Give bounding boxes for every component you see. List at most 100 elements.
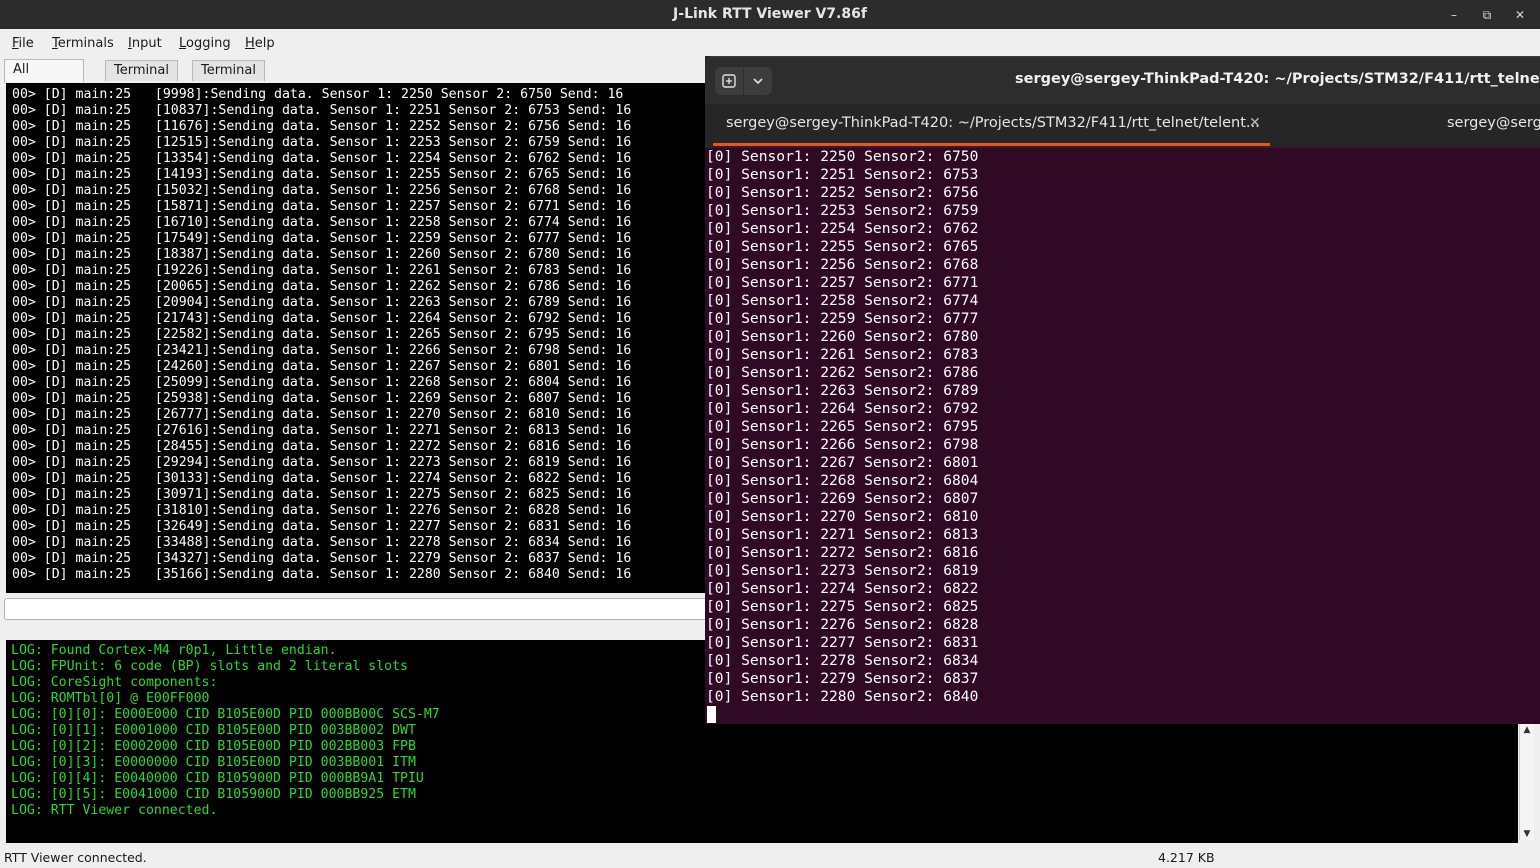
scroll-down-arrow-icon[interactable]: ▼ — [1520, 828, 1534, 840]
output-line: 00> [D] main:25 [23421]:Sending data. Se… — [12, 343, 632, 358]
output-line: [0] Sensor1: 2257 Sensor2: 6771 — [706, 274, 979, 291]
output-line: 00> [D] main:25 [25938]:Sending data. Se… — [12, 391, 632, 406]
close-button[interactable]: ✕ — [1512, 7, 1528, 23]
tab-terminal-0[interactable]: Terminal 0 — [105, 60, 178, 98]
output-line: 00> [D] main:25 [15032]:Sending data. Se… — [12, 183, 632, 198]
status-bar: RTT Viewer connected. 4.217 KB — [0, 846, 1540, 868]
output-line: [0] Sensor1: 2259 Sensor2: 6777 — [706, 310, 979, 327]
output-line: [0] Sensor1: 2269 Sensor2: 6807 — [706, 490, 979, 507]
output-line: 00> [D] main:25 [29294]:Sending data. Se… — [12, 455, 632, 470]
menu-logging[interactable]: Logging — [179, 36, 231, 51]
output-line: [0] Sensor1: 2261 Sensor2: 6783 — [706, 346, 979, 363]
output-line: [0] Sensor1: 2275 Sensor2: 6825 — [706, 598, 979, 615]
menu-input[interactable]: Input — [128, 36, 162, 51]
output-line: LOG: [0][3]: E0000000 CID B105E00D PID 0… — [11, 755, 416, 770]
menu-file[interactable]: File — [12, 36, 34, 51]
window-titlebar: J-Link RTT Viewer V7.86f – ⧉ ✕ — [0, 0, 1540, 29]
output-line: 00> [D] main:25 [26777]:Sending data. Se… — [12, 407, 632, 422]
output-line: 00> [D] main:25 [18387]:Sending data. Se… — [12, 247, 632, 262]
output-line: 00> [D] main:25 [20904]:Sending data. Se… — [12, 295, 632, 310]
close-tab-icon[interactable]: ✕ — [1249, 104, 1261, 142]
output-line: [0] Sensor1: 2253 Sensor2: 6759 — [706, 202, 979, 219]
gnome-tab-active[interactable]: sergey@sergey-ThinkPad-T420: ~/Projects/… — [713, 104, 1270, 146]
output-line: [0] Sensor1: 2279 Sensor2: 6837 — [706, 670, 979, 687]
output-line: [0] Sensor1: 2260 Sensor2: 6780 — [706, 328, 979, 345]
output-line: 00> [D] main:25 [16710]:Sending data. Se… — [12, 215, 632, 230]
output-line: [0] Sensor1: 2273 Sensor2: 6819 — [706, 562, 979, 579]
text-cursor — [707, 706, 716, 723]
output-line: [0] Sensor1: 2266 Sensor2: 6798 — [706, 436, 979, 453]
output-line: LOG: [0][2]: E0002000 CID B105E00D PID 0… — [11, 739, 416, 754]
output-line: 00> [D] main:25 [25099]:Sending data. Se… — [12, 375, 632, 390]
output-line: 00> [D] main:25 [13354]:Sending data. Se… — [12, 151, 632, 166]
output-line: 00> [D] main:25 [17549]:Sending data. Se… — [12, 231, 632, 246]
output-line: 00> [D] main:25 [9998]:Sending data. Sen… — [12, 87, 624, 102]
tab-terminal-1[interactable]: Terminal 1 — [192, 60, 265, 98]
gnome-terminal-output[interactable]: [0] Sensor1: 2250 Sensor2: 6750 [0] Senso… — [705, 148, 1540, 724]
menu-terminals[interactable]: Terminals — [52, 36, 114, 51]
output-line: [0] Sensor1: 2268 Sensor2: 6804 — [706, 472, 979, 489]
chevron-down-icon — [753, 78, 763, 85]
output-line: [0] Sensor1: 2255 Sensor2: 6765 — [706, 238, 979, 255]
menu-bar: File Terminals Input Logging Help — [0, 29, 1540, 58]
output-line: 00> [D] main:25 [21743]:Sending data. Se… — [12, 311, 632, 326]
output-line: [0] Sensor1: 2252 Sensor2: 6756 — [706, 184, 979, 201]
data-size-readout: 4.217 KB — [1158, 850, 1215, 865]
output-line: 00> [D] main:25 [31810]:Sending data. Se… — [12, 503, 632, 518]
gnome-tab-second[interactable]: sergey@serge — [1447, 104, 1540, 146]
output-line: LOG: [0][5]: E0041000 CID B105900D PID 0… — [11, 787, 416, 802]
output-line: 00> [D] main:25 [15871]:Sending data. Se… — [12, 199, 632, 214]
output-line: [0] Sensor1: 2277 Sensor2: 6831 — [706, 634, 979, 651]
output-line: [0] Sensor1: 2256 Sensor2: 6768 — [706, 256, 979, 273]
new-tab-button[interactable] — [715, 67, 743, 95]
output-line: [0] Sensor1: 2258 Sensor2: 6774 — [706, 292, 979, 309]
output-line: 00> [D] main:25 [12515]:Sending data. Se… — [12, 135, 632, 150]
output-line: [0] Sensor1: 2264 Sensor2: 6792 — [706, 400, 979, 417]
tab-all-terminals[interactable]: All Terminals — [4, 59, 84, 97]
scroll-up-arrow-icon[interactable]: ▲ — [1520, 724, 1534, 736]
rtt-terminal-output[interactable]: 00> [D] main:25 [9998]:Sending data. Sen… — [6, 83, 726, 593]
output-line: 00> [D] main:25 [32649]:Sending data. Se… — [12, 519, 632, 534]
output-line: 00> [D] main:25 [28455]:Sending data. Se… — [12, 439, 632, 454]
output-line: 00> [D] main:25 [11676]:Sending data. Se… — [12, 119, 632, 134]
menu-help[interactable]: Help — [245, 36, 275, 51]
output-line: LOG: [0][4]: E0040000 CID B105900D PID 0… — [11, 771, 424, 786]
output-line: [0] Sensor1: 2278 Sensor2: 6834 — [706, 652, 979, 669]
gnome-tab-label: sergey@serge — [1447, 115, 1540, 131]
log-scrollbar[interactable]: ▲ ▼ — [1519, 724, 1534, 840]
output-line: [0] Sensor1: 2272 Sensor2: 6816 — [706, 544, 979, 561]
output-line: [0] Sensor1: 2267 Sensor2: 6801 — [706, 454, 979, 471]
output-line: 00> [D] main:25 [30133]:Sending data. Se… — [12, 471, 632, 486]
tab-menu-button[interactable] — [744, 67, 772, 95]
output-line: 00> [D] main:25 [30971]:Sending data. Se… — [12, 487, 632, 502]
maximize-button[interactable]: ⧉ — [1479, 7, 1495, 23]
output-line: 00> [D] main:25 [20065]:Sending data. Se… — [12, 279, 632, 294]
output-line: LOG: [0][1]: E0001000 CID B105E00D PID 0… — [11, 723, 416, 738]
gnome-terminal-title: sergey@sergey-ThinkPad-T420: ~/Projects/… — [1015, 71, 1540, 87]
output-line: [0] Sensor1: 2271 Sensor2: 6813 — [706, 526, 979, 543]
minimize-button[interactable]: – — [1446, 7, 1462, 23]
output-line: 00> [D] main:25 [33488]:Sending data. Se… — [12, 535, 632, 550]
output-line: [0] Sensor1: 2280 Sensor2: 6840 — [706, 688, 979, 705]
output-line: [0] Sensor1: 2254 Sensor2: 6762 — [706, 220, 979, 237]
gnome-terminal-window: sergey@sergey-ThinkPad-T420: ~/Projects/… — [705, 56, 1540, 724]
gnome-terminal-tabs: sergey@sergey-ThinkPad-T420: ~/Projects/… — [705, 104, 1540, 146]
output-line: [0] Sensor1: 2276 Sensor2: 6828 — [706, 616, 979, 633]
output-line: 00> [D] main:25 [10837]:Sending data. Se… — [12, 103, 632, 118]
prompt-line — [705, 706, 1540, 724]
output-line: LOG: RTT Viewer connected. — [11, 803, 218, 818]
output-line: [0] Sensor1: 2250 Sensor2: 6750 — [706, 148, 979, 165]
output-line: [0] Sensor1: 2265 Sensor2: 6795 — [706, 418, 979, 435]
output-line: [0] Sensor1: 2270 Sensor2: 6810 — [706, 508, 979, 525]
output-line: 00> [D] main:25 [14193]:Sending data. Se… — [12, 167, 632, 182]
gnome-terminal-headerbar: sergey@sergey-ThinkPad-T420: ~/Projects/… — [705, 56, 1540, 104]
output-line: [0] Sensor1: 2274 Sensor2: 6822 — [706, 580, 979, 597]
terminal-input-field[interactable] — [4, 598, 718, 620]
output-line: [0] Sensor1: 2251 Sensor2: 6753 — [706, 166, 979, 183]
output-line: 00> [D] main:25 [19226]:Sending data. Se… — [12, 263, 632, 278]
output-line: 00> [D] main:25 [24260]:Sending data. Se… — [12, 359, 632, 374]
output-line: 00> [D] main:25 [22582]:Sending data. Se… — [12, 327, 632, 342]
window-title: J-Link RTT Viewer V7.86f — [673, 6, 867, 22]
status-text: RTT Viewer connected. — [4, 850, 147, 865]
output-line: 00> [D] main:25 [34327]:Sending data. Se… — [12, 551, 632, 566]
